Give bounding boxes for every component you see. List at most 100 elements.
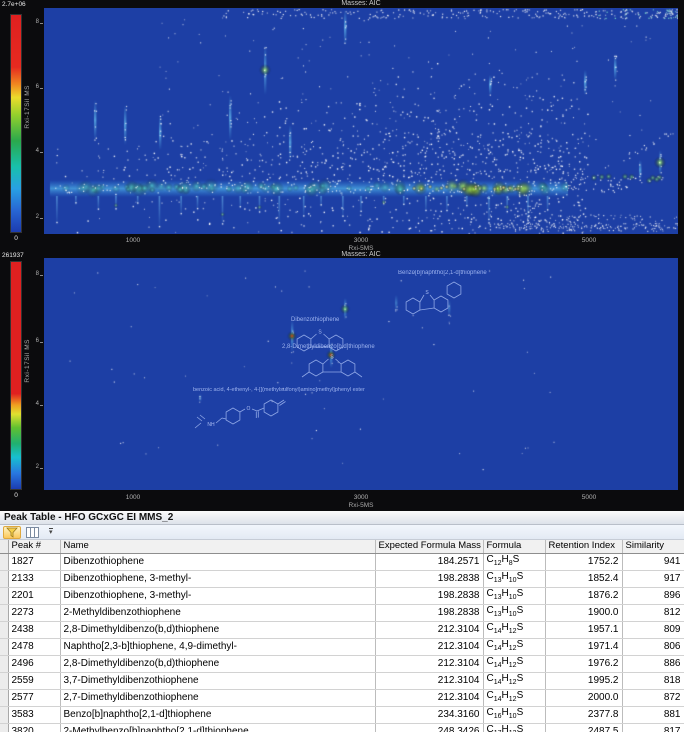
name-cell[interactable]: Benzo[b]naphtho[2,1-d]thiophene xyxy=(60,706,375,723)
mass-cell[interactable]: 212.3104 xyxy=(375,655,483,672)
formula-cell[interactable]: C13H10S xyxy=(483,570,545,587)
mass-cell[interactable]: 212.3104 xyxy=(375,621,483,638)
similarity-cell[interactable]: 941 xyxy=(622,553,684,570)
chromatogram-2d-plot-top[interactable] xyxy=(44,8,678,234)
row-selector[interactable] xyxy=(0,689,8,706)
row-selector[interactable] xyxy=(0,604,8,621)
peak-table-row[interactable]: 24382,8-Dimethyldibenzo(b,d)thiophene212… xyxy=(0,621,684,638)
similarity-cell[interactable]: 886 xyxy=(622,655,684,672)
similarity-cell[interactable]: 917 xyxy=(622,570,684,587)
name-cell[interactable]: 2-Methyldibenzothiophene xyxy=(60,604,375,621)
column-header-peak-[interactable]: Peak # xyxy=(8,540,60,553)
similarity-cell[interactable]: 809 xyxy=(622,621,684,638)
mass-cell[interactable]: 234.3160 xyxy=(375,706,483,723)
mass-cell[interactable]: 198.2838 xyxy=(375,570,483,587)
similarity-cell[interactable]: 817 xyxy=(622,723,684,732)
row-selector[interactable] xyxy=(0,638,8,655)
ri-cell[interactable]: 2487.5 xyxy=(545,723,622,732)
peak-table-row[interactable]: 25772,7-Dimethyldibenzothiophene212.3104… xyxy=(0,689,684,706)
row-selector[interactable] xyxy=(0,655,8,672)
similarity-cell[interactable]: 806 xyxy=(622,638,684,655)
column-header-name[interactable]: Name xyxy=(60,540,375,553)
formula-cell[interactable]: C17H12S xyxy=(483,723,545,732)
similarity-cell[interactable]: 896 xyxy=(622,587,684,604)
mass-cell[interactable]: 212.3104 xyxy=(375,689,483,706)
peak-table-row[interactable]: 24962,8-Dimethyldibenzo(b,d)thiophene212… xyxy=(0,655,684,672)
formula-cell[interactable]: C14H12S xyxy=(483,672,545,689)
ri-cell[interactable]: 2000.0 xyxy=(545,689,622,706)
peak-number-cell[interactable]: 2438 xyxy=(8,621,60,638)
intensity-colorbar-top[interactable] xyxy=(10,14,22,233)
mass-cell[interactable]: 212.3104 xyxy=(375,672,483,689)
ri-cell[interactable]: 1900.0 xyxy=(545,604,622,621)
columns-button[interactable] xyxy=(23,526,41,539)
peak-number-cell[interactable]: 2273 xyxy=(8,604,60,621)
peak-number-cell[interactable]: 2577 xyxy=(8,689,60,706)
similarity-cell[interactable]: 818 xyxy=(622,672,684,689)
peak-number-cell[interactable]: 1827 xyxy=(8,553,60,570)
ri-cell[interactable]: 1976.2 xyxy=(545,655,622,672)
peak-table-row[interactable]: 2201Dibenzothiophene, 3-methyl-198.2838C… xyxy=(0,587,684,604)
filter-button[interactable] xyxy=(3,526,21,539)
peak-number-cell[interactable]: 3583 xyxy=(8,706,60,723)
mass-cell[interactable]: 198.2838 xyxy=(375,587,483,604)
name-cell[interactable]: 2,8-Dimethyldibenzo(b,d)thiophene xyxy=(60,655,375,672)
intensity-colorbar-bottom[interactable] xyxy=(10,261,22,490)
peak-number-cell[interactable]: 2559 xyxy=(8,672,60,689)
formula-cell[interactable]: C14H12S xyxy=(483,655,545,672)
column-header-expected-formula-mass[interactable]: Expected Formula Mass xyxy=(375,540,483,553)
formula-cell[interactable]: C13H10S xyxy=(483,587,545,604)
ri-cell[interactable]: 1852.4 xyxy=(545,570,622,587)
ri-cell[interactable]: 1752.2 xyxy=(545,553,622,570)
similarity-cell[interactable]: 872 xyxy=(622,689,684,706)
mass-cell[interactable]: 198.2838 xyxy=(375,604,483,621)
name-cell[interactable]: 2,8-Dimethyldibenzo(b,d)thiophene xyxy=(60,621,375,638)
peak-table-row[interactable]: 3583Benzo[b]naphtho[2,1-d]thiophene234.3… xyxy=(0,706,684,723)
column-header-formula[interactable]: Formula xyxy=(483,540,545,553)
similarity-cell[interactable]: 881 xyxy=(622,706,684,723)
mass-cell[interactable]: 184.2571 xyxy=(375,553,483,570)
peak-number-cell[interactable]: 2133 xyxy=(8,570,60,587)
ri-cell[interactable]: 1876.2 xyxy=(545,587,622,604)
row-selector[interactable] xyxy=(0,672,8,689)
mass-cell[interactable]: 248.3426 xyxy=(375,723,483,732)
ri-cell[interactable]: 1957.1 xyxy=(545,621,622,638)
row-selector[interactable] xyxy=(0,570,8,587)
row-selector[interactable] xyxy=(0,723,8,732)
row-selector[interactable] xyxy=(0,553,8,570)
ri-cell[interactable]: 1995.2 xyxy=(545,672,622,689)
name-cell[interactable]: Dibenzothiophene, 3-methyl- xyxy=(60,570,375,587)
column-header-similarity[interactable]: Similarity xyxy=(622,540,684,553)
peak-number-cell[interactable]: 2478 xyxy=(8,638,60,655)
name-cell[interactable]: 3,7-Dimethyldibenzothiophene xyxy=(60,672,375,689)
name-cell[interactable]: 2-Methylbenzo[b]naphtho[2,1-d]thiophene xyxy=(60,723,375,732)
toolbar-overflow-button[interactable]: ▾ xyxy=(49,528,53,536)
formula-cell[interactable]: C14H12S xyxy=(483,689,545,706)
peak-number-cell[interactable]: 3820 xyxy=(8,723,60,732)
row-selector[interactable] xyxy=(0,621,8,638)
peak-number-cell[interactable]: 2496 xyxy=(8,655,60,672)
formula-cell[interactable]: C13H10S xyxy=(483,604,545,621)
peak-table-row[interactable]: 22732-Methyldibenzothiophene198.2838C13H… xyxy=(0,604,684,621)
peak-table-row[interactable]: 38202-Methylbenzo[b]naphtho[2,1-d]thioph… xyxy=(0,723,684,732)
ri-cell[interactable]: 1971.4 xyxy=(545,638,622,655)
name-cell[interactable]: 2,7-Dimethyldibenzothiophene xyxy=(60,689,375,706)
mass-cell[interactable]: 212.3104 xyxy=(375,638,483,655)
name-cell[interactable]: Dibenzothiophene, 3-methyl- xyxy=(60,587,375,604)
peak-table-row[interactable]: 2133Dibenzothiophene, 3-methyl-198.2838C… xyxy=(0,570,684,587)
formula-cell[interactable]: C16H10S xyxy=(483,706,545,723)
peak-table-row[interactable]: 25593,7-Dimethyldibenzothiophene212.3104… xyxy=(0,672,684,689)
name-cell[interactable]: Naphtho[2,3-b]thiophene, 4,9-dimethyl- xyxy=(60,638,375,655)
formula-cell[interactable]: C12H8S xyxy=(483,553,545,570)
name-cell[interactable]: Dibenzothiophene xyxy=(60,553,375,570)
similarity-cell[interactable]: 812 xyxy=(622,604,684,621)
column-header-retention-index[interactable]: Retention Index xyxy=(545,540,622,553)
row-selector[interactable] xyxy=(0,706,8,723)
peak-table-row[interactable]: 1827Dibenzothiophene184.2571C12H8S1752.2… xyxy=(0,553,684,570)
ri-cell[interactable]: 2377.8 xyxy=(545,706,622,723)
peak-table-row[interactable]: 2478Naphtho[2,3-b]thiophene, 4,9-dimethy… xyxy=(0,638,684,655)
formula-cell[interactable]: C14H12S xyxy=(483,638,545,655)
formula-cell[interactable]: C14H12S xyxy=(483,621,545,638)
row-selector[interactable] xyxy=(0,587,8,604)
peak-number-cell[interactable]: 2201 xyxy=(8,587,60,604)
